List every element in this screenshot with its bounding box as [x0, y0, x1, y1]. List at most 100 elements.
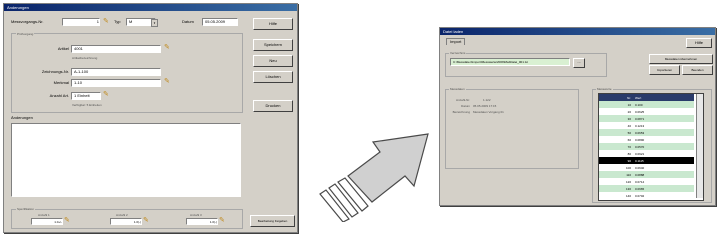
changes-label: Änderungen: [11, 115, 33, 120]
quit-button[interactable]: Beenden: [682, 65, 713, 75]
article-hint: Artikelbezeichnung: [72, 56, 98, 60]
edit-dialog-title: Änderungen: [4, 4, 297, 11]
date-label: Datum: [182, 19, 194, 24]
tab-import[interactable]: Import: [446, 38, 466, 45]
release-edit-button[interactable]: Bearbeitung freigeben: [250, 215, 295, 227]
specification-group-title: Spezifikation: [16, 206, 36, 212]
import-button[interactable]: Importieren: [649, 65, 680, 75]
row-value-cell: 0.0714: [635, 179, 645, 184]
row-value-cell: 0.0921: [635, 151, 645, 156]
row-nr-cell: 30: [627, 116, 631, 121]
inspection-group-title: Prüfvorgang: [16, 31, 35, 37]
row-value-cell: 0.100: [635, 102, 643, 107]
table-row[interactable]: 140 0.0702: [599, 192, 694, 199]
article-label: Artikel: [57, 46, 69, 51]
table-row[interactable]: 120 0.0714: [599, 178, 694, 185]
type-dropdown-arrow-icon[interactable]: ▾: [151, 19, 158, 27]
row-value-cell: 0.1213: [635, 123, 645, 128]
feature-label: Merkmal: [53, 80, 69, 85]
row-value-cell: 0.1115: [635, 158, 644, 163]
table-row[interactable]: 80 0.0921: [599, 150, 694, 157]
table-row[interactable]: 20 0.0625: [599, 108, 694, 115]
spec-1-field[interactable]: 1.0+/-: [31, 218, 63, 225]
table-row[interactable]: 30 0.0871: [599, 115, 694, 122]
table-row[interactable]: 90 0.1115: [599, 157, 694, 164]
row-nr-cell: 40: [627, 123, 631, 128]
row-nr-cell: 20: [627, 109, 631, 114]
save-button[interactable]: Speichern: [253, 39, 293, 51]
table-row[interactable]: 130 0.0965: [599, 185, 694, 192]
row-nr-cell: 10: [627, 102, 631, 107]
row-nr-cell: 90: [627, 158, 631, 163]
info-name-label: Bezeichnung: [452, 110, 470, 114]
values-table: Nr. Wert 10 0.100 20 0.0625 30 0.0871 40 0.1213…: [599, 94, 694, 199]
row-value-cell: 0.0570: [635, 144, 645, 149]
info-name-value: Messdaten Vorgang 01: [473, 110, 504, 114]
row-value-cell: 0.0702: [635, 193, 645, 198]
spec-3-field[interactable]: 1.0(-): [186, 218, 218, 225]
row-nr-cell: 60: [627, 137, 631, 142]
row-value-cell: 0.0625: [635, 109, 645, 114]
changes-textarea[interactable]: [11, 123, 241, 197]
type-label: Typ: [114, 19, 121, 24]
feature-field[interactable]: 1-10: [71, 79, 161, 87]
list-scrollbar[interactable]: [696, 94, 703, 198]
edit-pencil-icon[interactable]: ✎: [103, 18, 109, 25]
drawing-number-label: Zeichnungs-Nr.: [41, 69, 69, 74]
row-nr-cell: 140: [625, 193, 631, 198]
measurement-number-label: Messvorgangs-Nr.: [11, 19, 44, 24]
article-field[interactable]: 4001: [71, 45, 161, 53]
table-row[interactable]: 50 0.0653: [599, 129, 694, 136]
row-nr-cell: 110: [626, 172, 631, 177]
row-value-cell: 0.0871: [635, 116, 645, 121]
row-nr-cell: 80: [627, 151, 631, 156]
article-count-hint: Verfügbar: 5 Einheiten: [72, 103, 102, 107]
article-count-label: Anzahl Art.: [49, 93, 69, 98]
print-button[interactable]: Drucken: [253, 100, 293, 112]
article-edit-icon[interactable]: ✎: [164, 44, 170, 51]
article-count-edit-icon[interactable]: ✎: [103, 91, 109, 98]
edit-dialog-window: Änderungen Messvorgangs-Nr. 1 ✎ Typ M ▾ …: [3, 3, 298, 233]
row-value-cell: 0.0890: [635, 137, 645, 142]
delete-button[interactable]: Löschen: [253, 71, 293, 83]
spec-2-field[interactable]: 1.0(-): [110, 218, 142, 225]
table-row[interactable]: 60 0.0890: [599, 136, 694, 143]
measured-values-list[interactable]: Nr. Wert 10 0.100 20 0.0625 30 0.0871 40 0.1213…: [598, 93, 704, 201]
measurement-info-title: Messdaten: [449, 86, 466, 92]
spec-2-edit-icon[interactable]: ✎: [143, 217, 149, 224]
table-row[interactable]: 110 0.0888: [599, 171, 694, 178]
table-row[interactable]: 100 0.0640: [599, 164, 694, 171]
row-value-cell: 0.0965: [635, 186, 645, 191]
feature-edit-icon[interactable]: ✎: [164, 78, 170, 85]
row-value-cell: 0.0640: [635, 165, 645, 170]
help-button[interactable]: Hilfe: [253, 18, 293, 30]
directory-group-title: Verzeichnis: [449, 50, 467, 56]
measurement-number-field[interactable]: 1: [62, 18, 100, 26]
drawing-number-field[interactable]: A-1-100: [71, 68, 161, 76]
values-header-nr: Nr.: [627, 95, 631, 100]
take-over-button[interactable]: Messdaten übernehmen: [649, 54, 713, 64]
row-nr-cell: 50: [627, 130, 631, 135]
table-row[interactable]: 40 0.1213: [599, 122, 694, 129]
measured-values-title: Messwerte: [596, 86, 613, 92]
row-nr-cell: 120: [625, 179, 631, 184]
load-file-dialog-title: Datei laden: [440, 28, 715, 35]
date-field[interactable]: 05.05.2009: [202, 18, 238, 26]
values-header-value: Wert: [635, 95, 642, 100]
new-button[interactable]: Neu: [253, 55, 293, 67]
article-count-field[interactable]: 1 Einheit: [71, 92, 101, 100]
values-header-row: Nr. Wert: [599, 94, 694, 101]
row-nr-cell: 100: [625, 165, 631, 170]
row-nr-cell: 70: [627, 144, 631, 149]
right-help-button[interactable]: Hilfe: [686, 38, 712, 48]
row-value-cell: 0.0888: [635, 172, 645, 177]
row-nr-cell: 130: [625, 186, 631, 191]
transition-arrow-icon: [319, 133, 429, 222]
table-row[interactable]: 70 0.0570: [599, 143, 694, 150]
load-file-dialog-window: Datei laden Import Hilfe Verzeichnis C:\…: [439, 27, 716, 206]
path-field[interactable]: C:\Messdaten\Import\Messwerte\2009\Mai\D…: [450, 58, 570, 66]
spec-3-edit-icon[interactable]: ✎: [219, 217, 225, 224]
table-row[interactable]: 10 0.100: [599, 101, 694, 108]
spec-1-edit-icon[interactable]: ✎: [64, 217, 70, 224]
browse-button[interactable]: ...: [573, 58, 585, 68]
